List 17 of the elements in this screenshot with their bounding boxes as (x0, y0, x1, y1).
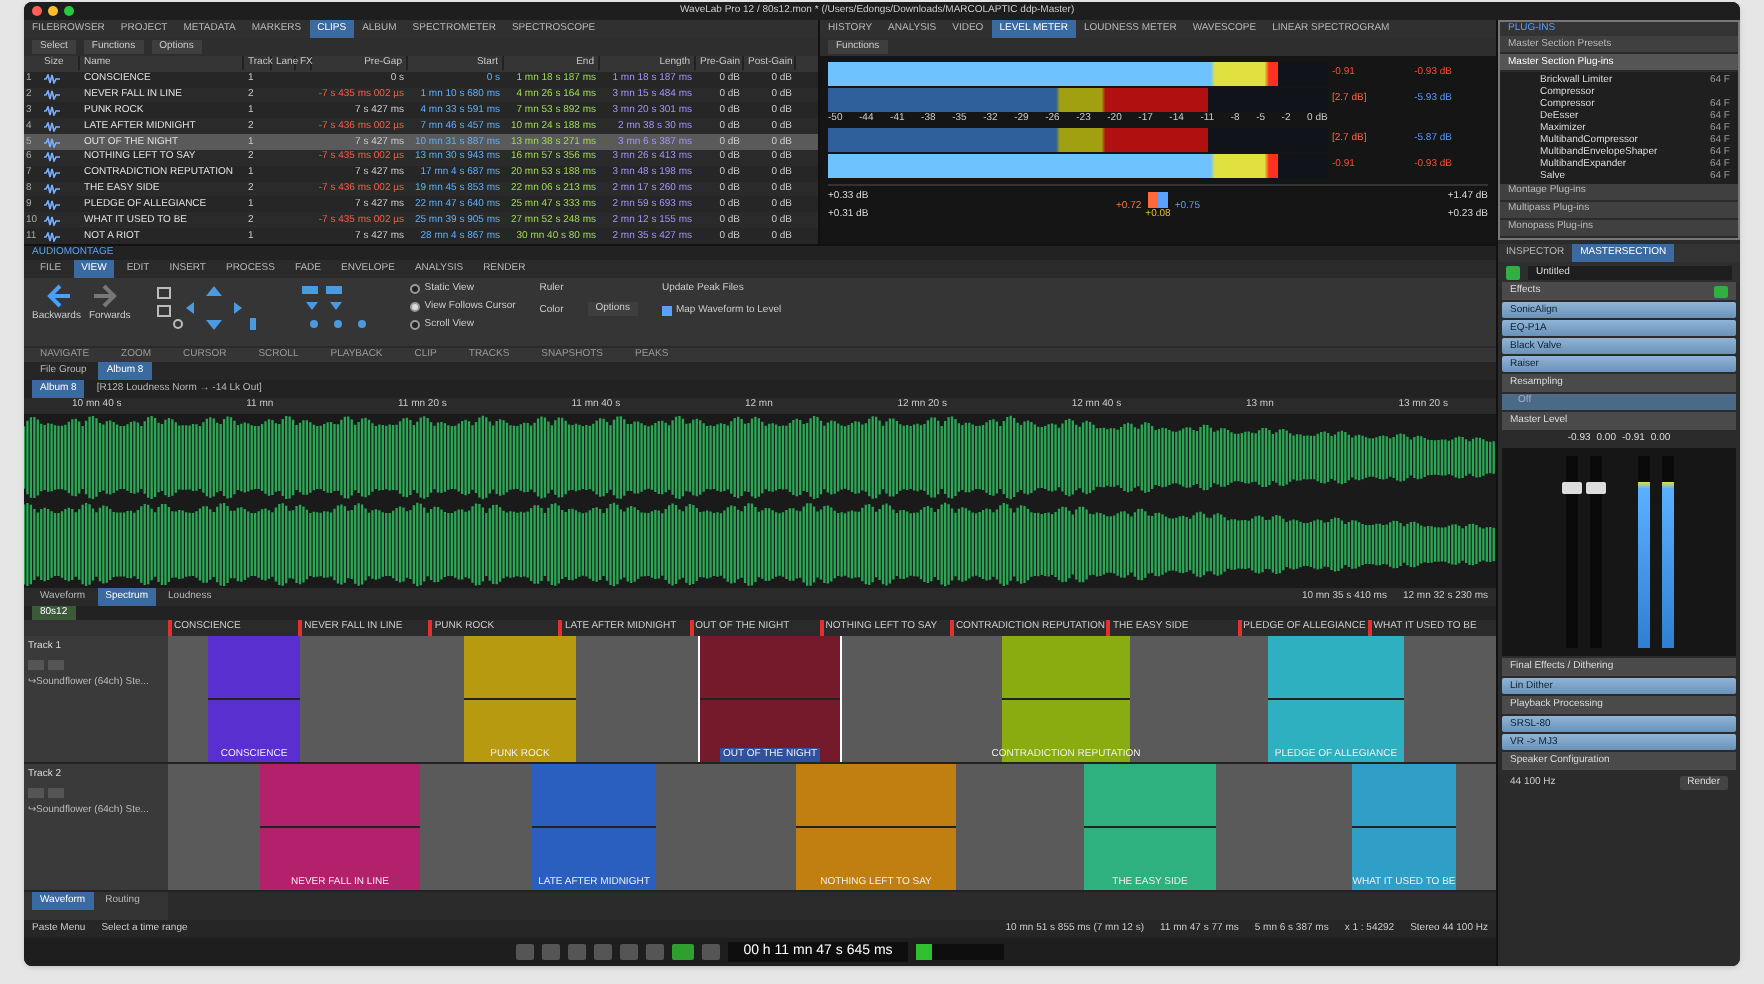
balance-indicator (1148, 191, 1168, 207)
fader-handle[interactable] (1561, 482, 1581, 495)
forward-arrow-icon[interactable] (89, 282, 118, 310)
maximize-icon[interactable] (64, 6, 74, 16)
back-arrow-icon[interactable] (45, 282, 74, 310)
checkbox[interactable] (661, 306, 672, 316)
power-icon[interactable] (1506, 265, 1520, 279)
power-toggle[interactable] (1714, 285, 1728, 297)
radio-button[interactable] (410, 320, 421, 330)
close-icon[interactable] (32, 6, 42, 16)
level-display (916, 944, 1005, 960)
fader-handle[interactable] (1585, 482, 1605, 495)
play-button[interactable] (671, 944, 694, 960)
minimize-icon[interactable] (48, 6, 58, 16)
record-button[interactable] (701, 944, 720, 960)
radio-button[interactable] (410, 284, 421, 294)
radio-button[interactable] (410, 302, 421, 312)
